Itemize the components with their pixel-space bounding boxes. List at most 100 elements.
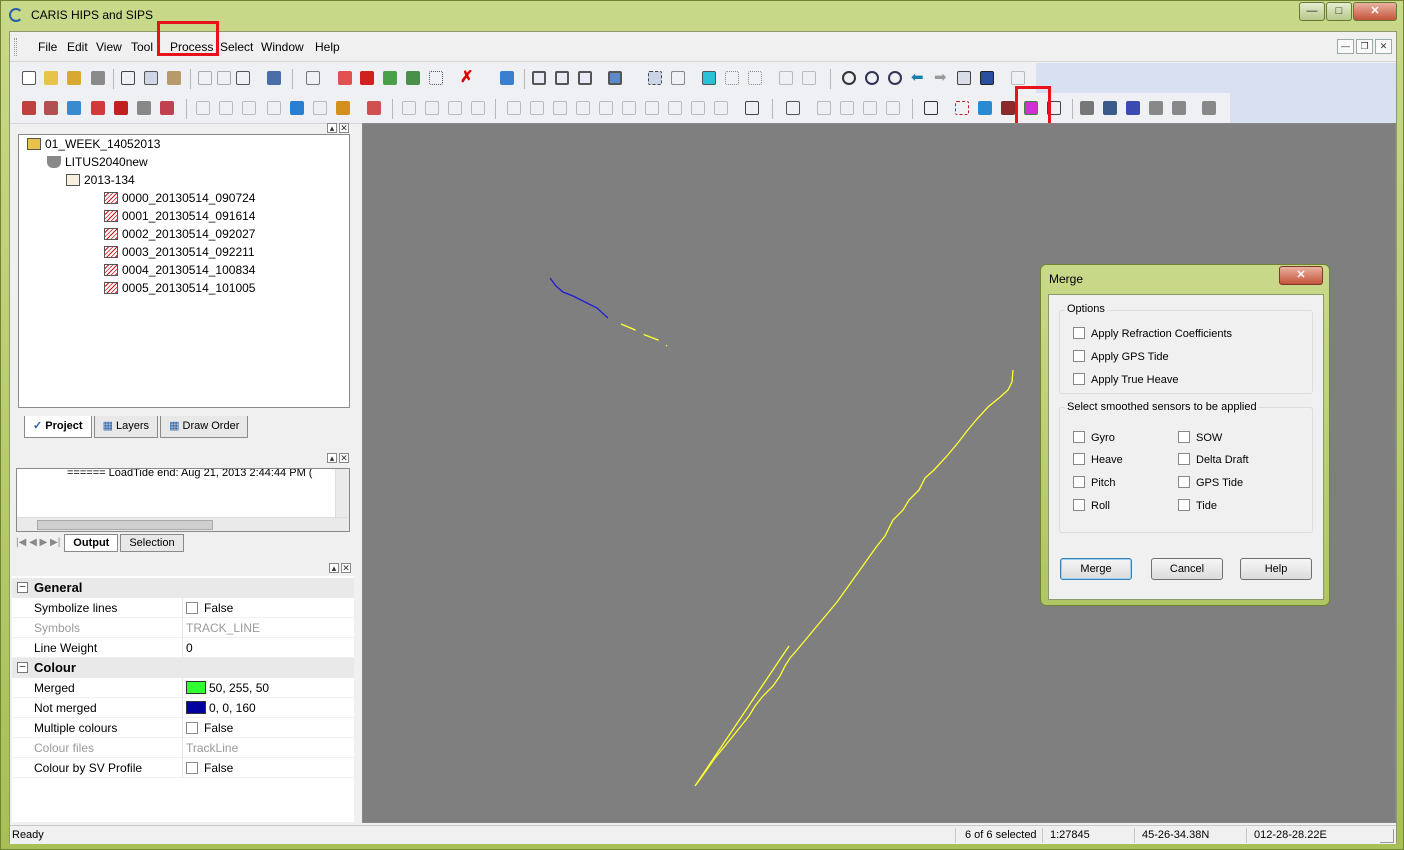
window-layout-3-icon[interactable] xyxy=(578,71,592,85)
cancel-button[interactable]: Cancel xyxy=(1151,558,1223,580)
tool-d-icon[interactable] xyxy=(267,101,281,115)
menu-file[interactable]: File xyxy=(38,40,57,54)
tab-project[interactable]: ✓ Project xyxy=(24,416,92,438)
sensor-icon[interactable] xyxy=(406,71,420,85)
sensor-tide[interactable]: Tide xyxy=(1178,499,1217,512)
ship-gear-icon[interactable] xyxy=(44,101,58,115)
tool-g-icon[interactable] xyxy=(336,101,350,115)
true-heave-checkbox[interactable] xyxy=(1073,373,1085,385)
save-icon[interactable] xyxy=(91,71,105,85)
tool-u-icon[interactable] xyxy=(691,101,705,115)
layers-icon[interactable] xyxy=(500,71,514,85)
menu-grip[interactable] xyxy=(14,38,17,56)
tool-z-icon[interactable] xyxy=(863,101,877,115)
tool-m-icon[interactable] xyxy=(507,101,521,115)
copy-icon[interactable] xyxy=(144,71,158,85)
sow-checkbox[interactable] xyxy=(1178,431,1190,443)
delete-icon[interactable]: ✗ xyxy=(460,70,474,86)
prop-line-weight[interactable]: Line Weight 0 xyxy=(12,638,354,658)
tide-icon[interactable] xyxy=(383,71,397,85)
select-corner-icon[interactable] xyxy=(748,71,762,85)
tree-line[interactable]: 0004_20130514_100834 xyxy=(104,263,255,277)
open-folder-icon[interactable] xyxy=(44,71,58,85)
collapse-icon[interactable]: – xyxy=(17,582,28,593)
cut-icon[interactable] xyxy=(121,71,135,85)
mdi-close-button[interactable]: ✕ xyxy=(1375,39,1392,54)
tool-t-icon[interactable] xyxy=(668,101,682,115)
minimize-button[interactable]: — xyxy=(1299,2,1325,21)
surface-5-icon[interactable] xyxy=(1172,101,1186,115)
svc-icon[interactable] xyxy=(1001,101,1015,115)
help-button[interactable]: Help xyxy=(1240,558,1312,580)
panel-close-icon[interactable]: ✕ xyxy=(341,563,351,573)
group-general[interactable]: – General xyxy=(12,578,354,598)
tide-checkbox[interactable] xyxy=(1178,499,1190,511)
option-refraction[interactable]: Apply Refraction Coefficients xyxy=(1073,327,1232,340)
tool-s-icon[interactable] xyxy=(645,101,659,115)
select-box-icon[interactable] xyxy=(702,71,716,85)
forward-arrow-icon[interactable]: ➡ xyxy=(934,70,948,85)
panel-pin-icon[interactable]: ▴ xyxy=(327,123,337,133)
prop-merged[interactable]: Merged 50, 255, 50 xyxy=(12,678,354,698)
sensor-heave[interactable]: Heave xyxy=(1073,453,1123,466)
colour-by-sv-profile-checkbox[interactable] xyxy=(186,762,198,774)
refraction-checkbox[interactable] xyxy=(1073,327,1085,339)
tab-layers[interactable]: ▦ Layers xyxy=(93,416,159,438)
formula-icon[interactable] xyxy=(1011,71,1025,85)
merged-colour-swatch[interactable] xyxy=(186,681,206,694)
tool-o-icon[interactable] xyxy=(553,101,567,115)
ship-red-icon[interactable] xyxy=(22,101,36,115)
not-merged-colour-swatch[interactable] xyxy=(186,701,206,714)
tool-x-icon[interactable] xyxy=(817,101,831,115)
edit-tool-icon[interactable] xyxy=(267,71,281,85)
option-gps-tide[interactable]: Apply GPS Tide xyxy=(1073,350,1169,363)
surface-3-icon[interactable] xyxy=(1126,101,1140,115)
tool-f-icon[interactable] xyxy=(313,101,327,115)
surface-4-icon[interactable] xyxy=(1149,101,1163,115)
ship-blue-icon[interactable] xyxy=(67,101,81,115)
multiple-colours-checkbox[interactable] xyxy=(186,722,198,734)
sensor-roll[interactable]: Roll xyxy=(1073,499,1110,512)
resize-grip-icon[interactable] xyxy=(1380,829,1394,843)
close-button[interactable]: ✕ xyxy=(1353,2,1397,21)
profile-icon[interactable] xyxy=(955,101,969,115)
sensor-gps-tide[interactable]: GPS Tide xyxy=(1178,476,1243,489)
sensor-pitch[interactable]: Pitch xyxy=(1073,476,1115,489)
redo-icon[interactable] xyxy=(236,71,250,85)
output-hscroll[interactable] xyxy=(17,517,349,531)
tab-draw-order[interactable]: ▦ Draw Order xyxy=(160,416,249,438)
sensor-sow[interactable]: SOW xyxy=(1178,431,1222,444)
prop-symbolize-lines[interactable]: Symbolize lines False xyxy=(12,598,354,618)
zoom-extent-icon[interactable] xyxy=(957,71,971,85)
menu-select[interactable]: Select xyxy=(220,40,253,54)
menu-tools[interactable]: Tool xyxy=(131,40,153,54)
group-colour[interactable]: – Colour xyxy=(12,658,354,678)
ship-chart-icon[interactable] xyxy=(91,101,105,115)
output-log[interactable]: ====== LoadTide end: Aug 21, 2013 2:44:4… xyxy=(16,468,350,532)
mdi-minimize-button[interactable]: — xyxy=(1337,39,1354,54)
zoom-in-icon[interactable] xyxy=(865,71,879,85)
option-true-heave[interactable]: Apply True Heave xyxy=(1073,373,1178,386)
tree-line[interactable]: 0003_20130514_092211 xyxy=(104,245,255,259)
tool-k-icon[interactable] xyxy=(448,101,462,115)
menu-help[interactable]: Help xyxy=(315,40,340,54)
tree-vessel[interactable]: LITUS2040new xyxy=(47,155,148,169)
pitch-checkbox[interactable] xyxy=(1073,476,1085,488)
gps-tide-checkbox[interactable] xyxy=(1178,476,1190,488)
ship-icon[interactable] xyxy=(360,71,374,85)
tool-l-icon[interactable] xyxy=(471,101,485,115)
open-project-icon[interactable] xyxy=(67,71,81,85)
tool-j-icon[interactable] xyxy=(425,101,439,115)
tab-output[interactable]: Output xyxy=(64,534,119,552)
scroll-thumb[interactable] xyxy=(37,520,213,530)
tool-n-icon[interactable] xyxy=(530,101,544,115)
vessel-icon[interactable] xyxy=(306,71,320,85)
prop-multiple-colours[interactable]: Multiple colours False xyxy=(12,718,354,738)
vessel-file-icon[interactable] xyxy=(114,101,128,115)
prop-not-merged[interactable]: Not merged 0, 0, 160 xyxy=(12,698,354,718)
tree-line[interactable]: 0005_20130514_101005 xyxy=(104,281,255,295)
window-layout-4-icon[interactable] xyxy=(608,71,622,85)
lasso-icon[interactable] xyxy=(671,71,685,85)
tree-day[interactable]: 2013-134 xyxy=(66,173,135,187)
tree-line[interactable]: 0000_20130514_090724 xyxy=(104,191,255,205)
